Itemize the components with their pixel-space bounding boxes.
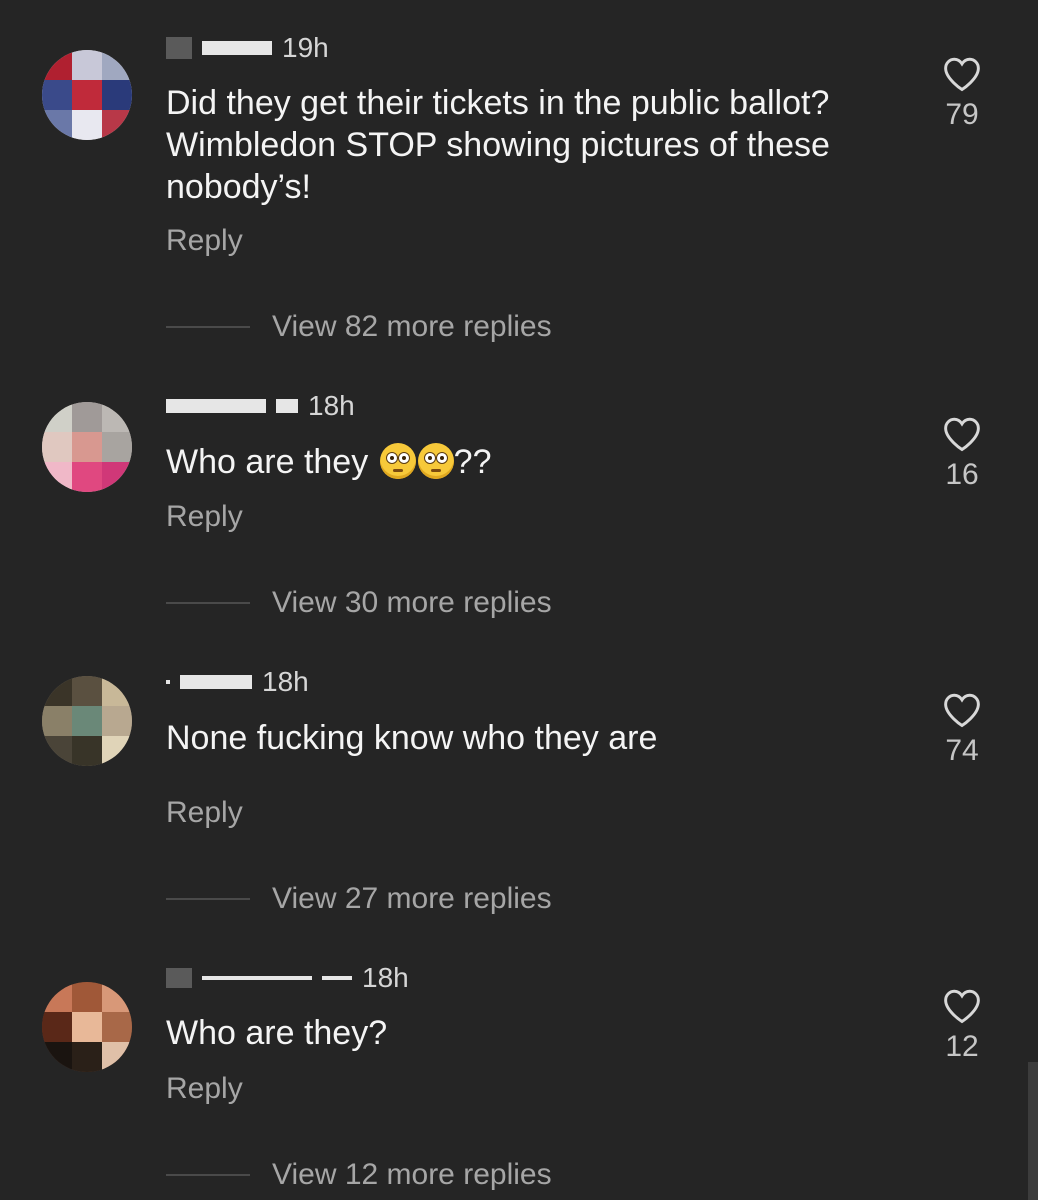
comment-time: 19h xyxy=(282,32,329,63)
divider-line xyxy=(166,898,250,900)
like-button[interactable]: 79 xyxy=(930,56,994,132)
username-redacted[interactable] xyxy=(180,675,252,689)
like-count: 16 xyxy=(945,458,979,491)
view-replies-link[interactable]: View 27 more replies xyxy=(166,882,552,916)
avatar[interactable] xyxy=(42,982,132,1072)
username-redacted[interactable] xyxy=(166,37,192,59)
heart-outline-icon xyxy=(944,989,980,1024)
username-redacted[interactable] xyxy=(202,41,272,55)
like-count: 12 xyxy=(945,1030,979,1063)
avatar[interactable] xyxy=(42,402,132,492)
view-replies-link[interactable]: View 12 more replies xyxy=(166,1158,552,1192)
divider-line xyxy=(166,326,250,328)
view-replies-link[interactable]: View 82 more replies xyxy=(166,310,552,344)
heart-outline-icon xyxy=(944,57,980,92)
divider-line xyxy=(166,1174,250,1176)
username-redacted[interactable] xyxy=(276,399,298,413)
comment-text-suffix: ?? xyxy=(453,443,492,481)
avatar[interactable] xyxy=(42,676,132,766)
view-replies-link[interactable]: View 30 more replies xyxy=(166,586,552,620)
reply-button[interactable]: Reply xyxy=(166,500,243,534)
comment-text-main: Who are they xyxy=(166,443,369,481)
like-button[interactable]: 12 xyxy=(930,988,994,1064)
comment-time: 18h xyxy=(362,962,409,993)
reply-button[interactable]: Reply xyxy=(166,1072,243,1106)
like-count: 74 xyxy=(945,734,979,767)
flushed-face-emoji-icon xyxy=(417,443,454,479)
comment-meta: 18h xyxy=(166,664,309,700)
flushed-face-emoji-icon xyxy=(379,443,416,479)
like-count: 79 xyxy=(945,98,979,131)
comment-meta: 19h xyxy=(166,30,329,66)
comment-meta: 18h xyxy=(166,388,355,424)
like-button[interactable]: 74 xyxy=(930,692,994,768)
view-replies-label: View 30 more replies xyxy=(272,586,552,619)
reply-button[interactable]: Reply xyxy=(166,224,243,258)
scrollbar[interactable] xyxy=(1028,1062,1038,1200)
comment-time: 18h xyxy=(308,390,355,421)
username-redacted[interactable] xyxy=(322,976,352,980)
comment-text: None fucking know who they are xyxy=(166,719,658,757)
view-replies-label: View 12 more replies xyxy=(272,1158,552,1191)
username-redacted[interactable] xyxy=(166,968,192,988)
username-redacted[interactable] xyxy=(166,399,266,413)
username-redacted[interactable] xyxy=(202,976,312,980)
heart-outline-icon xyxy=(944,417,980,452)
reply-button[interactable]: Reply xyxy=(166,796,243,830)
like-button[interactable]: 16 xyxy=(930,416,994,492)
username-redacted[interactable] xyxy=(166,680,170,684)
heart-outline-icon xyxy=(944,693,980,728)
comment-time: 18h xyxy=(262,666,309,697)
comment-text: Who are they ?? xyxy=(166,441,886,483)
comment-meta: 18h xyxy=(166,960,409,996)
comment-text: Did they get their tickets in the public… xyxy=(166,84,830,206)
view-replies-label: View 82 more replies xyxy=(272,310,552,343)
comment-text: Who are they? xyxy=(166,1014,388,1052)
view-replies-label: View 27 more replies xyxy=(272,882,552,915)
avatar[interactable] xyxy=(42,50,132,140)
divider-line xyxy=(166,602,250,604)
